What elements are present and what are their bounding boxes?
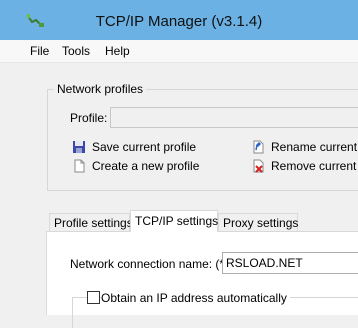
blank-page-icon [74,159,85,173]
connection-name-field[interactable]: RSLOAD.NET [222,252,358,274]
create-profile-label: Create a new profile [92,159,200,173]
rename-profile-button[interactable]: Rename current p [251,140,358,154]
menu-help[interactable]: Help [105,44,130,58]
rename-icon [253,140,264,154]
tab-proxy-settings[interactable]: Proxy settings [218,213,298,231]
menu-file[interactable]: File [30,44,49,58]
create-profile-button[interactable]: Create a new profile [72,159,199,173]
window-title: TCP/IP Manager (v3.1.4) [95,13,263,30]
delete-document-icon [253,159,264,173]
tab-tcpip-settings[interactable]: TCP/IP settings [130,210,218,232]
auto-ip-label: Obtain an IP address automatically [101,291,290,305]
save-profile-label: Save current profile [92,140,197,154]
menu-bar: File Tools Help [0,40,358,63]
title-bar[interactable]: TCP/IP Manager (v3.1.4) [0,0,358,40]
remove-profile-label: Remove current p [271,159,358,173]
profile-label: Profile: [70,111,108,125]
floppy-disk-icon [73,141,85,153]
remove-profile-button[interactable]: Remove current p [251,159,358,173]
save-profile-button[interactable]: Save current profile [72,140,196,154]
network-profiles-title: Network profiles [54,82,147,96]
connection-name-label: Network connection name: (*) [70,257,229,271]
profile-select[interactable] [110,107,358,128]
rename-profile-label: Rename current p [271,140,358,154]
tab-profile-settings[interactable]: Profile settings [49,213,133,231]
auto-ip-checkbox[interactable] [87,291,100,304]
menu-tools[interactable]: Tools [62,44,90,58]
